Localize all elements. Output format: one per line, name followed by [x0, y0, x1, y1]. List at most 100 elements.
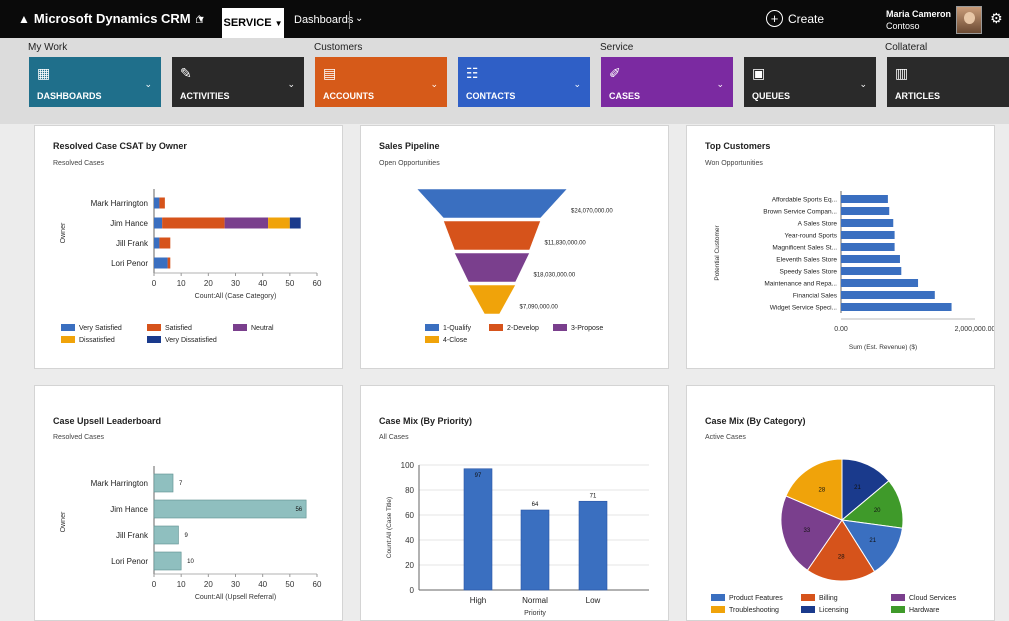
- tile-dashboards[interactable]: ▦ DASHBOARDS ⌄: [29, 57, 161, 107]
- x-tick-label: 10: [177, 580, 186, 589]
- queues-icon: ▣: [752, 65, 766, 81]
- y-axis-label: Owner: [60, 222, 67, 243]
- y-category-label: Lori Penor: [111, 259, 148, 268]
- x-category-label: High: [470, 596, 486, 605]
- legend-label: 1-Qualify: [443, 325, 472, 332]
- y-category-label: Financial Sales: [793, 293, 838, 300]
- create-button[interactable]: + Create: [766, 10, 824, 27]
- y-tick-label: 20: [405, 561, 414, 570]
- user-info[interactable]: Maria Cameron Contoso: [886, 8, 951, 32]
- chevron-down-icon[interactable]: ⌄: [287, 79, 295, 90]
- bar: [578, 500, 608, 591]
- chevron-down-icon[interactable]: ⌄: [430, 79, 438, 90]
- chevron-down-icon: ▼: [274, 18, 283, 28]
- data-label: $11,830,000.00: [545, 241, 587, 247]
- cases-icon: ✐: [609, 65, 621, 81]
- data-label: 10: [187, 559, 194, 565]
- tile-accounts[interactable]: ▤ ACCOUNTS ⌄: [315, 57, 447, 107]
- tile-label: ACTIVITIES: [180, 91, 230, 101]
- legend-swatch: [425, 336, 439, 343]
- y-category-label: Magnificent Sales St...: [772, 245, 837, 252]
- legend-label: Very Satisfied: [79, 325, 122, 332]
- chart-svg: Affordable Sports Eq... Brown Service Com…: [714, 191, 994, 351]
- legend-label: Product Features: [729, 595, 783, 602]
- tile-activities[interactable]: ✎ ACTIVITIES ⌄: [172, 57, 304, 107]
- tile-contacts[interactable]: ☷ CONTACTS ⌄: [458, 57, 590, 107]
- tile-label: QUEUES: [752, 91, 791, 101]
- data-label: 20: [874, 508, 881, 514]
- bar-segment: [268, 217, 290, 229]
- area-label: SERVICE: [223, 17, 272, 29]
- x-tick-label: 50: [285, 580, 294, 589]
- tile-articles[interactable]: ▥ ARTICLES: [887, 57, 1009, 107]
- legend-label: 4-Close: [443, 337, 467, 344]
- chart-card-upsell: Case Upsell Leaderboard Resolved Cases 0…: [34, 385, 343, 621]
- tile-queues[interactable]: ▣ QUEUES ⌄: [744, 57, 876, 107]
- y-category-label: A Sales Store: [798, 221, 838, 228]
- chart-svg: 0 10 20 30 40 50 60 Mark Harrington 7 Jim Hance 56…: [60, 466, 322, 601]
- tile-label: CASES: [609, 91, 641, 101]
- group-label-customers: Customers: [314, 42, 363, 53]
- y-tick-label: 40: [405, 536, 414, 545]
- legend-swatch: [553, 324, 567, 331]
- bar: [841, 243, 895, 251]
- bar-segment: [162, 217, 225, 229]
- bar: [841, 207, 890, 215]
- chart-svg: 21 20 21 28 33 28 Product Features Billing Cloud…: [711, 458, 957, 614]
- tile-label: DASHBOARDS: [37, 91, 102, 101]
- x-tick-label: 60: [313, 580, 322, 589]
- legend-label: Troubleshooting: [729, 607, 779, 614]
- chart-card-category: Case Mix (By Category) Active Cases 21 20…: [686, 385, 995, 621]
- bar: [841, 231, 895, 239]
- chevron-down-icon[interactable]: ⌄: [355, 13, 363, 24]
- bar: [153, 551, 182, 571]
- legend-label: Licensing: [819, 607, 849, 614]
- plus-circle-icon: +: [766, 10, 783, 27]
- x-tick-label: 20: [204, 580, 213, 589]
- legend-label: Neutral: [251, 325, 274, 332]
- legend-swatch: [61, 336, 75, 343]
- y-tick-label: 60: [405, 511, 414, 520]
- chevron-down-icon[interactable]: ⌄: [859, 79, 867, 90]
- chevron-down-icon[interactable]: ⌄: [573, 79, 581, 90]
- home-icon[interactable]: ⌂: [195, 10, 203, 26]
- x-tick-label: 0.00: [834, 326, 848, 333]
- chart-card-top-customers: Top Customers Won Opportunities Affordab…: [686, 125, 995, 369]
- legend-swatch: [891, 594, 905, 601]
- y-category-label: Jim Hance: [110, 505, 148, 514]
- area-selector-button[interactable]: SERVICE ▼: [222, 8, 284, 38]
- legend-swatch: [489, 324, 503, 331]
- data-label: 28: [819, 487, 826, 493]
- x-axis-label: Count:All (Upsell Referral): [195, 594, 276, 601]
- data-label: 9: [184, 533, 188, 539]
- bar: [841, 255, 900, 263]
- legend-swatch: [711, 606, 725, 613]
- bar-segment: [289, 217, 301, 229]
- funnel-segment: [416, 188, 568, 219]
- contacts-icon: ☷: [466, 65, 479, 81]
- legend-swatch: [61, 324, 75, 331]
- y-category-label: Brown Service Compan...: [763, 209, 837, 216]
- app-menu-button[interactable]: ▲ Microsoft Dynamics CRM ▼: [18, 11, 206, 26]
- y-category-label: Lori Penor: [111, 557, 148, 566]
- y-category-label: Jim Hance: [110, 219, 148, 228]
- chevron-down-icon[interactable]: ⌄: [144, 79, 152, 90]
- gear-icon[interactable]: ⚙: [990, 10, 1003, 27]
- legend-label: Satisfied: [165, 325, 192, 332]
- bar: [463, 468, 493, 591]
- avatar[interactable]: [956, 6, 982, 34]
- y-axis-label: Count:All (Case Title): [386, 497, 393, 558]
- breadcrumb-dashboards[interactable]: Dashboards: [294, 14, 353, 26]
- funnel-segment: [454, 252, 530, 283]
- x-tick-label: 10: [177, 279, 186, 288]
- bar: [841, 291, 935, 299]
- app-title: Microsoft Dynamics CRM: [33, 11, 191, 26]
- bar: [841, 195, 888, 203]
- data-label: 28: [838, 555, 845, 561]
- tile-cases[interactable]: ✐ CASES ⌄: [601, 57, 733, 107]
- chevron-down-icon[interactable]: ⌄: [716, 79, 724, 90]
- bar-segment: [167, 257, 171, 269]
- bar: [841, 219, 894, 227]
- legend-label: 2-Develop: [507, 325, 539, 332]
- bar-segment: [224, 217, 269, 229]
